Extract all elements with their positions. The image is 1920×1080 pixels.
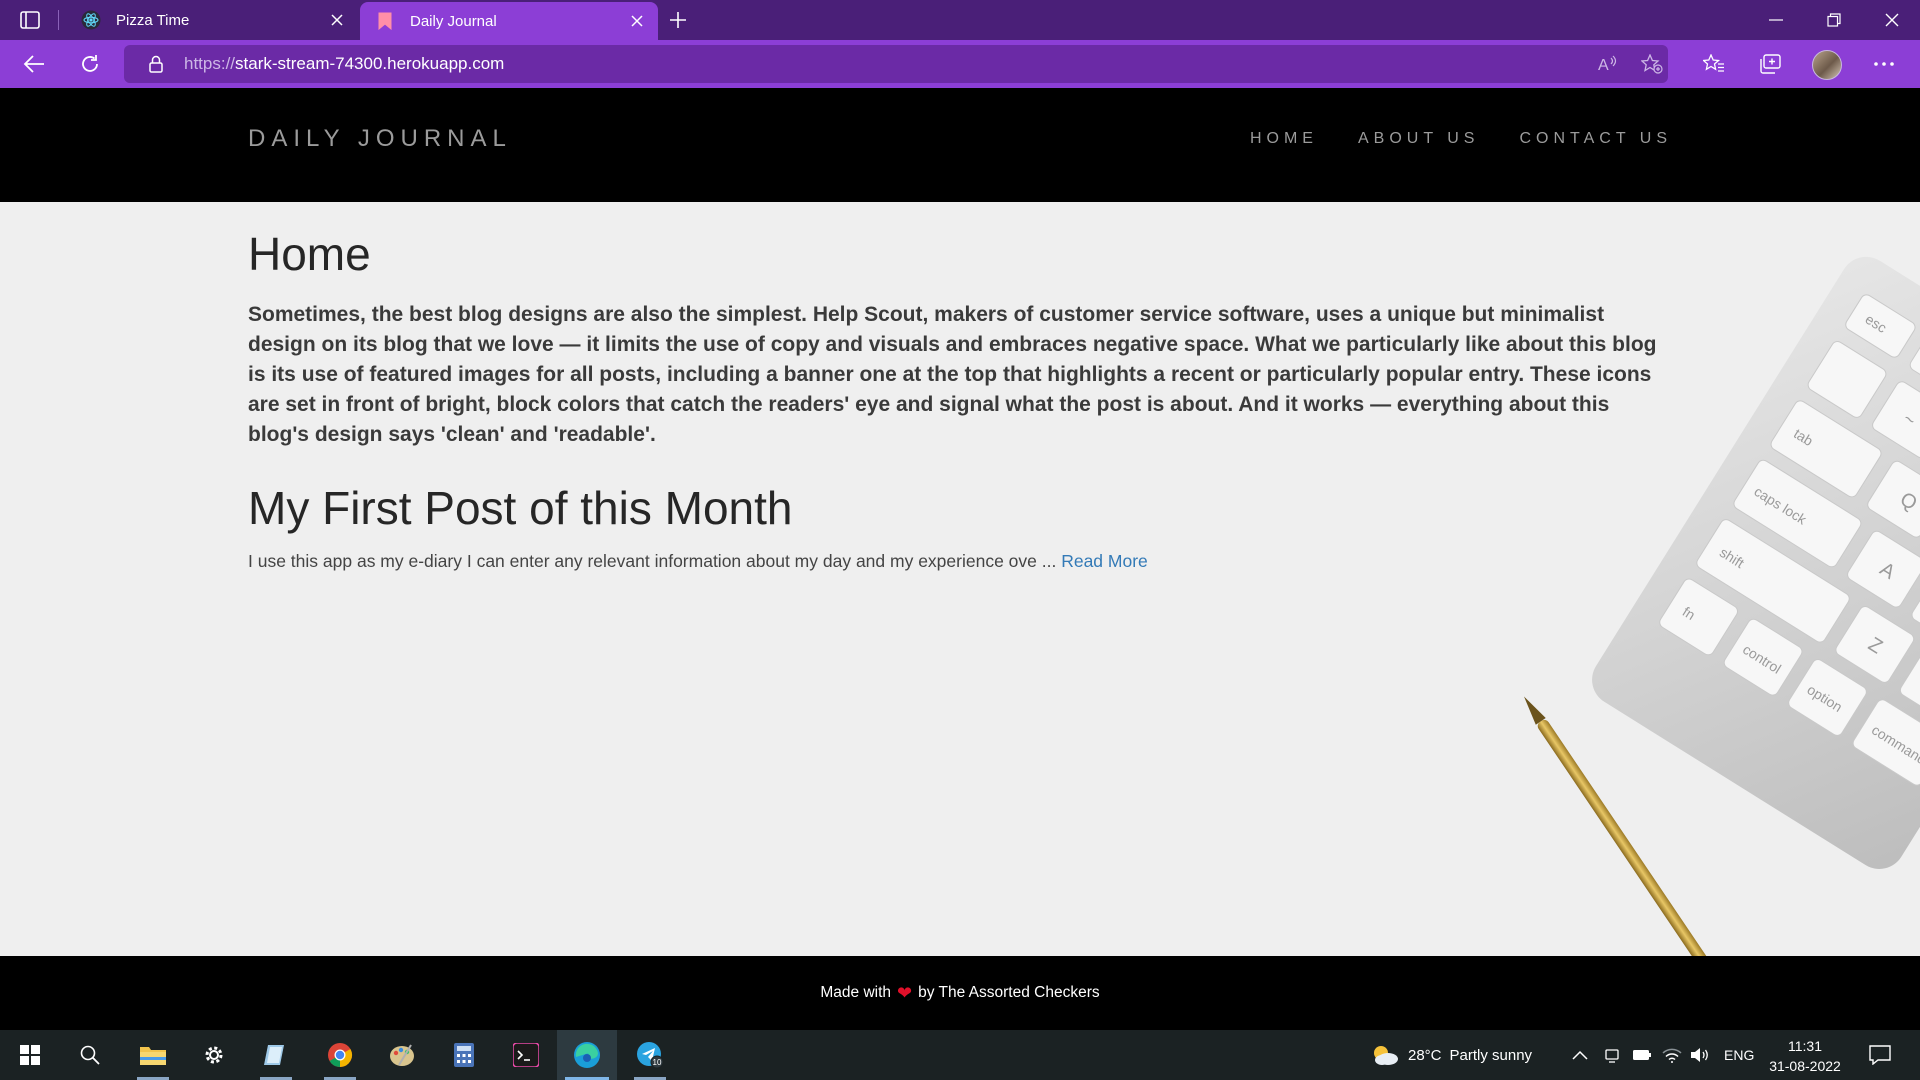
read-more-link[interactable]: Read More	[1061, 551, 1148, 571]
tab-title: Daily Journal	[410, 12, 497, 30]
site-footer: Made with ❤ by The Assorted Checkers	[0, 956, 1920, 1030]
main-content: Home Sometimes, the best blog designs ar…	[248, 226, 1658, 574]
clock-time: 11:31	[1788, 1038, 1822, 1054]
nav-contact-link[interactable]: CONTACT US	[1519, 130, 1672, 148]
battery-icon[interactable]	[1632, 1045, 1652, 1065]
add-favorite-icon[interactable]	[1640, 54, 1664, 74]
refresh-icon[interactable]	[72, 48, 108, 80]
site-nav: HOME ABOUT US CONTACT US	[1250, 130, 1672, 148]
site-brand[interactable]: DAILY JOURNAL	[248, 125, 512, 153]
clock[interactable]: 11:31 31-08-2022	[1760, 1036, 1850, 1076]
windows-taskbar: 10 28°C Partly sunny ENG 11:31 31-08-202…	[0, 1030, 1920, 1080]
footer-suffix: by The Assorted Checkers	[918, 984, 1100, 1001]
address-bar-row: https://stark-stream-74300.herokuapp.com…	[0, 40, 1920, 88]
weather-temp: 28°C	[1408, 1046, 1442, 1064]
page-title: Home	[248, 228, 371, 280]
collections-icon[interactable]	[1752, 48, 1788, 80]
heart-icon: ❤	[897, 982, 913, 1003]
search-icon[interactable]	[60, 1030, 120, 1080]
volume-icon[interactable]	[1690, 1045, 1710, 1065]
favorites-icon[interactable]	[1696, 48, 1732, 80]
paint-app-icon[interactable]	[372, 1030, 432, 1080]
notes-app-icon[interactable]	[246, 1030, 306, 1080]
post-title: My First Post of this Month	[248, 482, 793, 534]
telegram-badge: 10	[653, 1058, 662, 1067]
tab-title: Pizza Time	[116, 11, 190, 29]
partly-sunny-icon	[1374, 1046, 1398, 1065]
lock-icon[interactable]	[146, 54, 166, 74]
page-content-area: esc tab caps lock shift fn control optio…	[0, 202, 1920, 956]
chrome-icon[interactable]	[310, 1030, 370, 1080]
windows-start-icon[interactable]	[0, 1030, 60, 1080]
url-text: https://stark-stream-74300.herokuapp.com	[184, 54, 504, 74]
language-indicator[interactable]: ENG	[1724, 1030, 1754, 1080]
tab-actions-icon[interactable]	[14, 8, 46, 32]
url-scheme: https://	[184, 54, 236, 73]
nav-home-link[interactable]: HOME	[1250, 130, 1318, 148]
post-excerpt-text: I use this app as my e-diary I can enter…	[248, 551, 1062, 571]
close-window-icon[interactable]	[1864, 0, 1920, 40]
restore-icon[interactable]	[1806, 0, 1862, 40]
tab-divider	[58, 10, 59, 30]
settings-gear-icon[interactable]	[184, 1030, 244, 1080]
close-icon[interactable]	[626, 10, 648, 32]
tab-daily-journal[interactable]: Daily Journal	[360, 2, 658, 40]
new-tab-icon[interactable]	[662, 6, 694, 34]
telegram-icon[interactable]: 10	[620, 1030, 680, 1080]
weather-widget[interactable]: 28°C Partly sunny	[1370, 1030, 1532, 1080]
clock-date: 31-08-2022	[1769, 1058, 1841, 1074]
tab-pizza-time[interactable]: Pizza Time	[66, 0, 358, 40]
wifi-icon[interactable]	[1662, 1045, 1682, 1065]
chevron-up-icon[interactable]	[1570, 1045, 1590, 1065]
svg-text:A: A	[1598, 57, 1609, 73]
url-host: stark-stream-74300.herokuapp.com	[235, 54, 505, 73]
more-options-icon[interactable]	[1866, 48, 1902, 80]
read-aloud-icon[interactable]: A	[1596, 54, 1620, 74]
minimize-icon[interactable]	[1748, 0, 1804, 40]
edge-browser-icon[interactable]	[557, 1030, 617, 1080]
meet-now-icon[interactable]	[1602, 1045, 1622, 1065]
close-icon[interactable]	[326, 9, 348, 31]
notification-icon[interactable]	[1868, 1043, 1892, 1067]
home-intro-text: Sometimes, the best blog designs are als…	[248, 303, 1657, 446]
post-excerpt: I use this app as my e-diary I can enter…	[248, 548, 1658, 574]
browser-tab-bar: Pizza Time Daily Journal	[0, 0, 1920, 40]
nav-about-link[interactable]: ABOUT US	[1358, 130, 1480, 148]
back-arrow-icon[interactable]	[16, 48, 52, 80]
bookmark-icon	[374, 10, 396, 32]
profile-avatar[interactable]	[1812, 50, 1842, 80]
footer-prefix: Made with	[820, 984, 892, 1001]
terminal-icon[interactable]	[496, 1030, 556, 1080]
site-navbar: DAILY JOURNAL HOME ABOUT US CONTACT US	[0, 88, 1920, 202]
calculator-icon[interactable]	[434, 1030, 494, 1080]
url-field[interactable]: https://stark-stream-74300.herokuapp.com…	[124, 45, 1668, 83]
react-icon	[80, 9, 102, 31]
file-explorer-icon[interactable]	[123, 1030, 183, 1080]
weather-condition: Partly sunny	[1449, 1046, 1533, 1064]
